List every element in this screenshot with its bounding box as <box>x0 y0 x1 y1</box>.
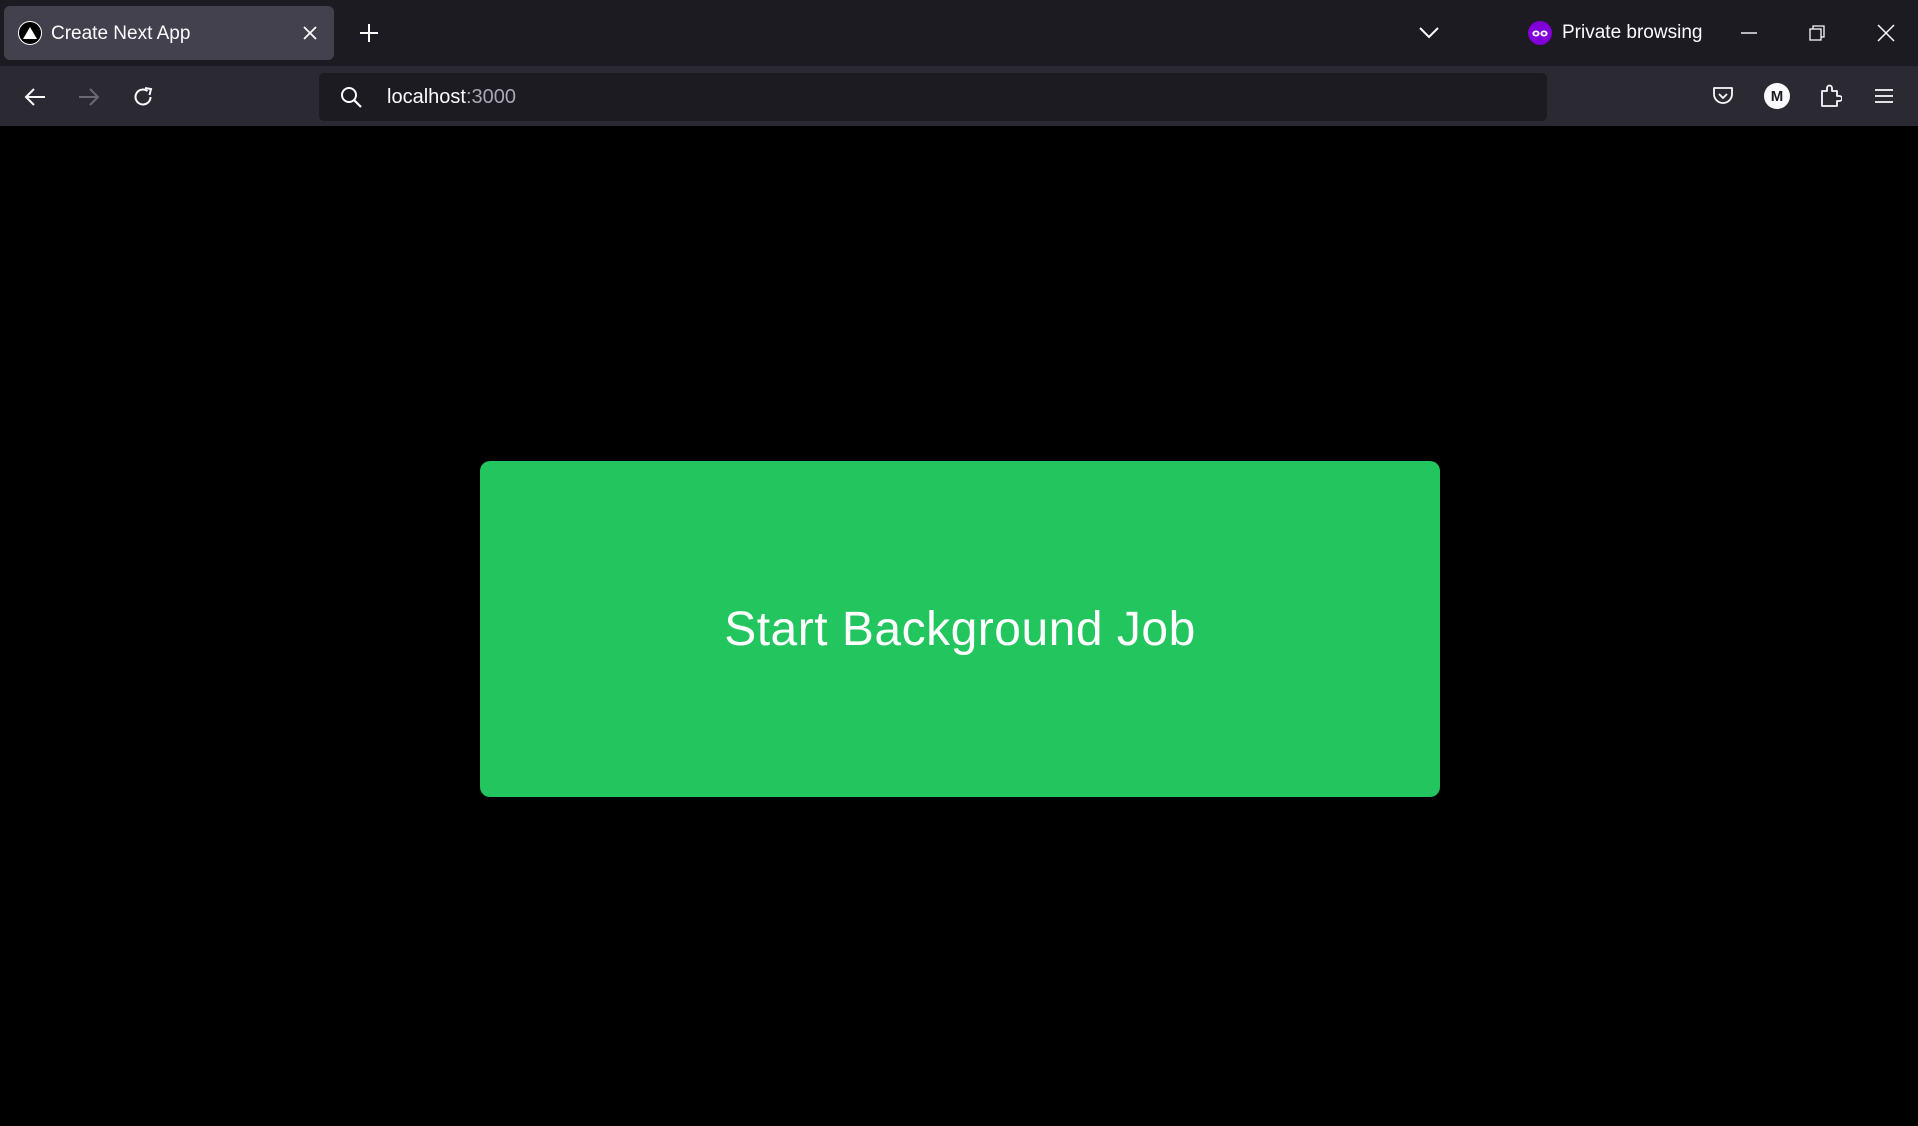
url-host: localhost <box>387 86 466 108</box>
extensions-puzzle-icon[interactable] <box>1816 81 1846 111</box>
page-content: Start Background Job <box>0 126 1918 1126</box>
private-mask-icon <box>1528 21 1552 45</box>
list-all-tabs-chevron-down-icon[interactable] <box>1416 20 1442 46</box>
forward-arrow-right-icon[interactable] <box>74 82 104 112</box>
tab-create-next-app[interactable]: Create Next App <box>4 6 334 60</box>
reload-icon[interactable] <box>128 82 158 112</box>
new-tab-plus-icon[interactable] <box>355 19 383 47</box>
url-port: :3000 <box>465 86 516 108</box>
hamburger-menu-icon[interactable] <box>1869 81 1899 111</box>
tab-strip: Create Next App Private browsing <box>0 0 1918 66</box>
private-browsing-label: Private browsing <box>1562 22 1703 43</box>
tab-title: Create Next App <box>51 23 191 44</box>
url-bar[interactable]: localhost:3000 <box>319 73 1547 121</box>
start-background-job-button[interactable]: Start Background Job <box>480 461 1440 797</box>
pocket-icon[interactable] <box>1708 81 1738 111</box>
private-browsing-indicator: Private browsing <box>1528 18 1702 48</box>
account-avatar[interactable]: M <box>1762 81 1792 111</box>
search-icon <box>339 85 363 109</box>
restore-icon[interactable] <box>1804 20 1830 46</box>
account-initial: M <box>1764 83 1790 109</box>
navigation-toolbar: localhost:3000 M <box>0 66 1918 126</box>
tab-close-icon[interactable] <box>300 23 320 43</box>
close-window-icon[interactable] <box>1873 20 1899 46</box>
nextjs-favicon-icon <box>18 21 42 45</box>
browser-window: Create Next App Private browsing localho… <box>0 0 1918 1126</box>
back-arrow-left-icon[interactable] <box>20 82 50 112</box>
minimize-icon[interactable] <box>1736 20 1762 46</box>
url-text[interactable]: localhost:3000 <box>387 86 516 109</box>
